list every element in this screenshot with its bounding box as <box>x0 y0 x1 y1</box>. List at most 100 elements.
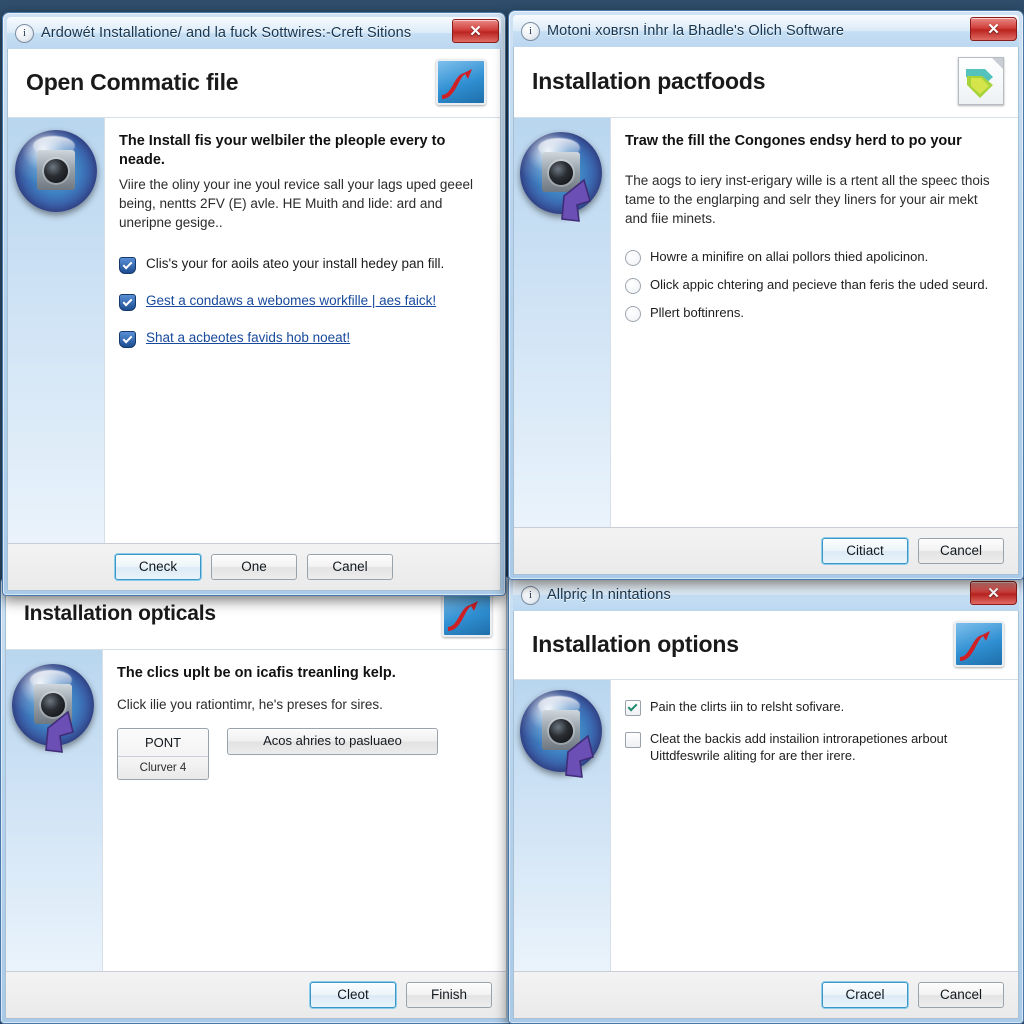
page-body: Traw the fill the Congones endsy herd to… <box>514 118 1018 527</box>
radio-off-icon[interactable] <box>625 278 641 295</box>
checkbox-label: Cleat the backis add instailion introrap… <box>650 731 948 764</box>
close-glyph: ✕ <box>987 584 1000 602</box>
page-title: Installation opticals <box>24 602 216 625</box>
footer-button-cancel[interactable]: Cancel <box>918 982 1004 1008</box>
footer-button-one[interactable]: One <box>211 554 297 580</box>
wizard-sidebar <box>514 680 611 971</box>
radio-group: Howre a minifire on allai pollors thied … <box>625 248 1002 323</box>
page-content: The Install fis your welbiler the pleopl… <box>105 118 500 543</box>
window-client-area: Installation opticals The clics uplt be … <box>5 581 507 1019</box>
radio-off-icon[interactable] <box>625 250 641 267</box>
content-lead-text: The clics uplt be on icafis treanling ke… <box>117 665 396 681</box>
option-wide-button[interactable]: Acos ahries to pasluaeo <box>227 727 438 755</box>
window-client-area: Installation options Pain the clirts iin… <box>513 611 1019 1019</box>
cursor-hand-icon <box>45 710 74 753</box>
footer-button-check[interactable]: Cneck <box>115 554 201 580</box>
close-glyph: ✕ <box>469 22 482 40</box>
content-paragraph: Viire the oliny your ine youl revice sal… <box>119 177 473 231</box>
window-client-area: Open Commatic file The Install fis your … <box>7 49 501 591</box>
content-paragraph: Click ilie you rationtimr, he's preses f… <box>117 696 383 712</box>
chart-swoosh-icon <box>954 621 1004 667</box>
chart-swoosh-icon <box>442 591 492 637</box>
close-icon[interactable]: ✕ <box>970 17 1017 41</box>
content-lead-text: Traw the fill the Congones endsy herd to… <box>625 133 962 149</box>
radio-label: Olick appic chtering and pecieve than fe… <box>650 277 989 293</box>
window-open-commatic-file[interactable]: i Ardowét Installatione/ and la fuck Sot… <box>2 12 506 596</box>
wizard-sidebar <box>8 118 105 543</box>
window-footer: Cracel Cancel <box>514 971 1018 1018</box>
shield-check-icon <box>119 293 136 311</box>
list-item[interactable]: Cleat the backis add instailion introrap… <box>625 730 1002 765</box>
list-item[interactable]: Pllert boftinrens. <box>625 304 1002 323</box>
page-title: Installation options <box>532 630 739 657</box>
window-installation-pactfoods[interactable]: i Motoni xoвrsn Ìnhr la Bhadle's Olich S… <box>508 10 1024 580</box>
page-body: Pain the clirts iin to relsht sofivare. … <box>514 680 1018 971</box>
close-glyph: ✕ <box>987 20 1000 38</box>
option-button-row: PONT Clurver 4 Acos ahries to pasluaeo <box>117 727 490 780</box>
wizard-sidebar <box>6 650 103 971</box>
page-content: Pain the clirts iin to relsht sofivare. … <box>611 680 1018 971</box>
content-paragraph: The aogs to iery inst-erigary wille is a… <box>625 172 990 226</box>
cursor-hand-icon <box>561 178 591 222</box>
document-chevron-icon <box>958 57 1004 105</box>
page-content: The clics uplt be on icafis treanling ke… <box>103 650 506 971</box>
info-circle-icon: i <box>521 21 540 41</box>
radio-label: Howre a minifire on allai pollors thied … <box>650 249 929 265</box>
close-icon[interactable]: ✕ <box>452 19 499 43</box>
window-installation-opticals[interactable]: Installation opticals The clics uplt be … <box>0 576 512 1024</box>
page-header: Installation pactfoods <box>514 47 1018 118</box>
page-title: Open Commatic file <box>26 68 239 95</box>
window-titlebar[interactable]: i Motoni xoвrsn Ìnhr la Bhadle's Olich S… <box>513 15 1019 47</box>
content-lead-text: The Install fis your welbiler the pleopl… <box>119 133 446 168</box>
footer-button-primary[interactable]: Cleot <box>310 982 396 1008</box>
task-link[interactable]: Gest a condaws a webomes workfille | aes… <box>146 292 436 310</box>
shield-check-icon <box>119 330 136 348</box>
page-content: Traw the fill the Congones endsy herd to… <box>611 118 1018 527</box>
list-item[interactable]: Howre a minifire on allai pollors thied … <box>625 248 1002 267</box>
task-list: Clis's your for aoils ateo your install … <box>119 255 484 348</box>
window-footer: Cleot Finish <box>6 971 506 1018</box>
page-header: Open Commatic file <box>8 49 500 118</box>
camera-orb-icon <box>15 130 97 212</box>
task-label: Clis's your for aoils ateo your install … <box>146 255 445 271</box>
radio-off-icon[interactable] <box>625 306 641 323</box>
radio-label: Pllert boftinrens. <box>650 305 744 321</box>
footer-button-cancel[interactable]: Cancel <box>918 538 1004 564</box>
window-client-area: Installation pactfoods Traw the fill the… <box>513 47 1019 575</box>
page-title: Installation pactfoods <box>532 67 766 94</box>
window-footer: Citiact Cancel <box>514 527 1018 574</box>
checkbox-unchecked-icon[interactable] <box>625 732 641 748</box>
option-stack-secondary-label: Clurver 4 <box>118 755 208 779</box>
checkbox-list: Pain the clirts iin to relsht sofivare. … <box>625 698 1002 765</box>
chart-swoosh-icon <box>436 59 486 105</box>
window-titlebar[interactable]: i Ardowét Installatione/ and la fuck Sot… <box>7 17 501 49</box>
checkbox-checked-icon[interactable] <box>625 700 641 716</box>
task-link[interactable]: Shat a acbeotes favids hob noeat! <box>146 329 350 347</box>
list-item[interactable]: Olick appic chtering and pecieve than fe… <box>625 276 1002 295</box>
footer-button-primary[interactable]: Citiact <box>822 538 908 564</box>
window-title: Allpriç In nintations <box>547 587 671 603</box>
page-body: The clics uplt be on icafis treanling ke… <box>6 650 506 971</box>
wizard-sidebar <box>514 118 611 527</box>
info-circle-icon: i <box>15 23 34 43</box>
checkbox-label: Pain the clirts iin to relsht sofivare. <box>650 699 845 714</box>
list-item[interactable]: Gest a condaws a webomes workfille | aes… <box>119 292 484 311</box>
footer-button-cancel[interactable]: Canel <box>307 554 393 580</box>
list-item[interactable]: Pain the clirts iin to relsht sofivare. <box>625 698 1002 716</box>
window-installation-options[interactable]: i Allpriç In nintations ✕ Installation o… <box>508 574 1024 1024</box>
window-titlebar[interactable]: i Allpriç In nintations ✕ <box>513 579 1019 611</box>
camera-lens-icon <box>37 150 75 190</box>
window-title: Ardowét Installatione/ and la fuck Sottw… <box>41 25 412 41</box>
option-stack-primary-label: PONT <box>144 734 182 750</box>
info-circle-icon: i <box>521 585 540 605</box>
footer-button-finish[interactable]: Finish <box>406 982 492 1008</box>
page-header: Installation options <box>514 611 1018 680</box>
option-stack-button[interactable]: PONT Clurver 4 <box>117 727 209 780</box>
page-body: The Install fis your welbiler the pleopl… <box>8 118 500 543</box>
window-title: Motoni xoвrsn Ìnhr la Bhadle's Olich Sof… <box>547 23 845 39</box>
close-icon[interactable]: ✕ <box>970 581 1017 605</box>
list-item[interactable]: Shat a acbeotes favids hob noeat! <box>119 329 484 348</box>
window-footer: Cneck One Canel <box>8 543 500 590</box>
list-item: Clis's your for aoils ateo your install … <box>119 255 484 274</box>
footer-button-primary[interactable]: Cracel <box>822 982 908 1008</box>
